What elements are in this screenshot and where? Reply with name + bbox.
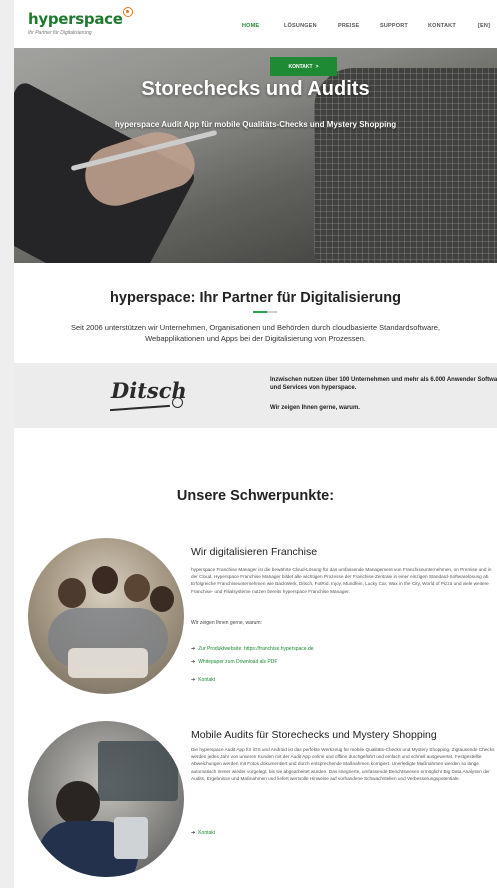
nav-home[interactable]: HOME — [242, 23, 259, 29]
chevron-right-icon: > — [315, 63, 319, 70]
franchise-contact-link[interactable]: ➔ Kontakt — [191, 677, 215, 683]
main-nav: HOME LÖSUNGEN PREISE SUPPORT KONTAKT [EN… — [14, 23, 497, 33]
nav-preise[interactable]: PREISE — [338, 23, 359, 29]
arrow-right-icon: ➔ — [191, 659, 196, 665]
page: hyperspace Ihr Partner für Digitalisieru… — [14, 0, 497, 888]
audit-title: Mobile Audits für Storechecks und Myster… — [191, 729, 437, 741]
title-underline — [253, 311, 267, 313]
hero-subtitle: hyperspace Audit App für mobile Qualität… — [114, 120, 397, 129]
hero-banner: Storechecks und Audits hyperspace Audit … — [14, 48, 497, 263]
reference-strip: Ditsch Inzwischen nutzen über 100 Untern… — [14, 363, 497, 428]
nav-kontakt[interactable]: KONTAKT — [428, 23, 456, 29]
arrow-right-icon: ➔ — [191, 646, 196, 652]
partner-title: hyperspace: Ihr Partner für Digitalisier… — [110, 290, 401, 306]
reference-text: Inzwischen nutzen über 100 Unternehmen u… — [270, 377, 497, 391]
site-header: hyperspace Ihr Partner für Digitalisieru… — [14, 0, 497, 48]
audit-contact-link[interactable]: ➔ Kontakt — [191, 830, 215, 836]
nav-loesungen[interactable]: LÖSUNGEN — [284, 23, 317, 29]
audit-body: Die hyperspace Audit App für iOS und And… — [191, 747, 495, 781]
reference-subtext: Wir zeigen Ihnen gerne, warum. — [270, 405, 360, 411]
franchise-website-link[interactable]: ➔ Zur Produktwebsite: https://franchise.h… — [191, 646, 314, 652]
franchise-cta-text: Wir zeigen Ihnen gerne, warum: — [191, 620, 262, 626]
nav-support[interactable]: SUPPORT — [380, 23, 408, 29]
arrow-right-icon: ➔ — [191, 677, 196, 683]
mobile-audit-image — [28, 721, 184, 877]
whitepaper-link[interactable]: ➔ Whitepaper zum Download als PDF — [191, 659, 277, 665]
focus-title: Unsere Schwerpunkte: — [176, 488, 335, 504]
hero-title: Storechecks und Audits — [141, 78, 370, 100]
franchise-body: hyperspace Franchise Manager ist die bew… — [191, 567, 492, 594]
ditsch-mark-icon — [172, 397, 183, 408]
franchise-title: Wir digitalisieren Franchise — [191, 546, 318, 558]
title-underline-muted — [267, 311, 277, 313]
contact-button-label: KONTAKT — [288, 63, 313, 70]
franchise-team-image — [28, 538, 184, 694]
partner-description: Seit 2006 unterstützen wir Unternehmen, … — [71, 323, 440, 343]
arrow-right-icon: ➔ — [191, 830, 196, 836]
nav-language[interactable]: [EN] — [478, 23, 490, 29]
ditsch-swoosh-icon — [110, 404, 170, 412]
contact-button[interactable]: KONTAKT > — [270, 57, 337, 76]
logo-mark-icon — [123, 7, 133, 17]
